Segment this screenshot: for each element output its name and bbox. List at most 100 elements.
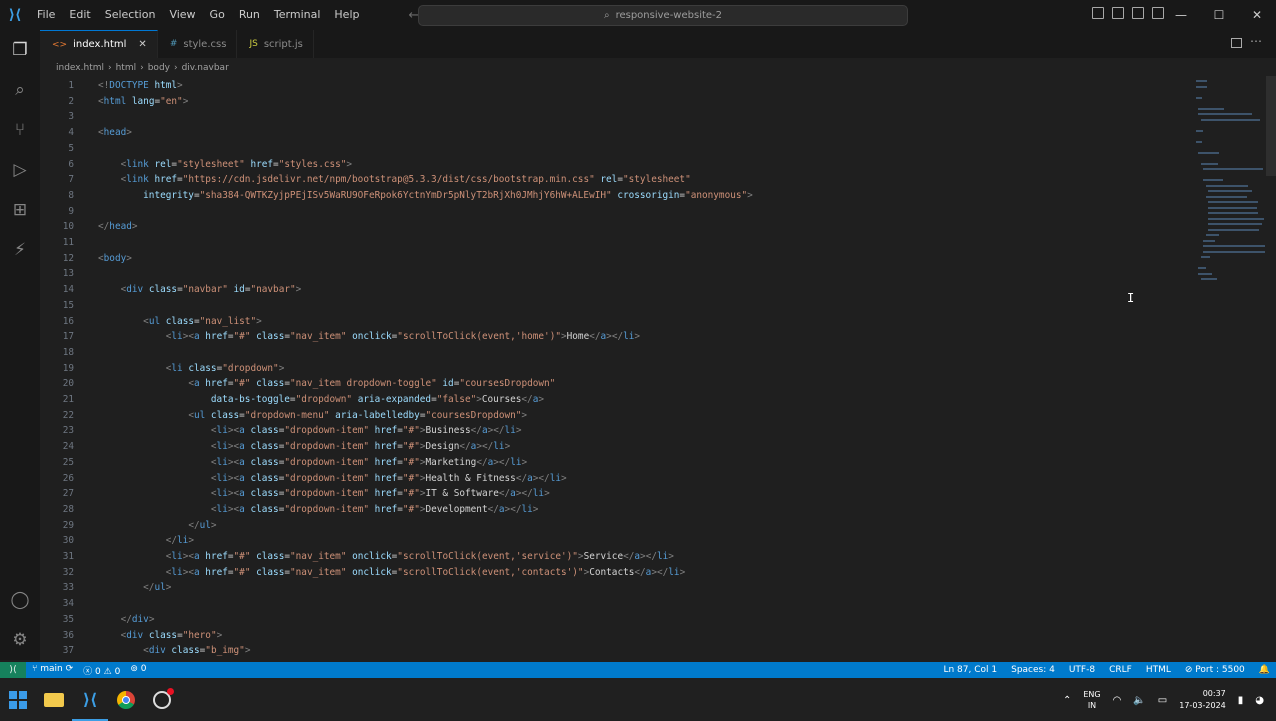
code-line[interactable]: 27 <li><a class="dropdown-item" href="#"… xyxy=(40,486,1190,502)
code-line[interactable]: 37 <div class="b_img"> xyxy=(40,643,1190,659)
menu-selection[interactable]: Selection xyxy=(98,0,163,30)
input-language[interactable]: ENG IN xyxy=(1083,689,1100,711)
clock[interactable]: 00:37 17-03-2024 xyxy=(1179,688,1226,712)
code-line[interactable]: 16 <ul class="nav_list"> xyxy=(40,314,1190,330)
menu-terminal[interactable]: Terminal xyxy=(267,0,328,30)
code-line[interactable]: 21 data-bs-toggle="dropdown" aria-expand… xyxy=(40,392,1190,408)
code-line[interactable]: 32 <li><a href="#" class="nav_item" oncl… xyxy=(40,565,1190,581)
manage-gear-icon[interactable]: ⚙ xyxy=(0,620,40,660)
code-line[interactable]: 13 xyxy=(40,266,1190,282)
code-editor[interactable]: 1 <!DOCTYPE html> 2 <html lang="en"> 3 4 <head… xyxy=(40,76,1190,660)
code-line[interactable]: 31 <li><a href="#" class="nav_item" oncl… xyxy=(40,549,1190,565)
close-window-icon[interactable]: ✕ xyxy=(1238,0,1276,30)
code-line[interactable]: 1 <!DOCTYPE html> xyxy=(40,78,1190,94)
accounts-icon[interactable]: ◯ xyxy=(0,580,40,620)
code-line[interactable]: 11 xyxy=(40,235,1190,251)
live-share-icon[interactable]: ⚡ xyxy=(0,230,40,270)
language-mode[interactable]: HTML xyxy=(1146,665,1171,675)
code-line[interactable]: 20 <a href="#" class="nav_item dropdown-… xyxy=(40,376,1190,392)
breadcrumb-item[interactable]: html xyxy=(116,63,137,73)
live-server-port[interactable]: ⊘ Port : 5500 xyxy=(1185,665,1245,675)
code-line[interactable]: 6 <link rel="stylesheet" href="styles.cs… xyxy=(40,157,1190,173)
search-view-icon[interactable]: ⌕ xyxy=(0,70,40,110)
code-line[interactable]: 14 <div class="navbar" id="navbar"> xyxy=(40,282,1190,298)
code-line[interactable]: 28 <li><a class="dropdown-item" href="#"… xyxy=(40,502,1190,518)
source-control-icon[interactable]: ⑂ xyxy=(0,110,40,150)
tray-overflow-icon[interactable]: ⌃ xyxy=(1063,695,1071,706)
activity-bar: ❐ ⌕ ⑂ ▷ ⊞ ⚡ ◯ ⚙ xyxy=(0,30,40,660)
start-button[interactable] xyxy=(0,680,36,720)
code-line[interactable]: 5 xyxy=(40,141,1190,157)
menu-view[interactable]: View xyxy=(162,0,202,30)
problems-indicator[interactable]: ⓧ 0 ⚠ 0 xyxy=(83,664,120,677)
toggle-secondary-sidebar-icon[interactable] xyxy=(1132,7,1144,19)
code-line[interactable]: 23 <li><a class="dropdown-item" href="#"… xyxy=(40,423,1190,439)
code-line[interactable]: 22 <ul class="dropdown-menu" aria-labell… xyxy=(40,408,1190,424)
code-line[interactable]: 30 </li> xyxy=(40,533,1190,549)
editor-scrollbar[interactable] xyxy=(1266,76,1276,660)
minimap[interactable] xyxy=(1190,76,1266,316)
code-line[interactable]: 35 </div> xyxy=(40,612,1190,628)
branch-indicator[interactable]: ⑂ main ⟳ xyxy=(32,664,73,677)
run-debug-icon[interactable]: ▷ xyxy=(0,150,40,190)
breadcrumb-item[interactable]: div.navbar xyxy=(182,63,229,73)
vscode-app-icon[interactable]: ⟩⟨ xyxy=(72,679,108,721)
toggle-panel-icon[interactable] xyxy=(1112,7,1124,19)
chrome-app[interactable] xyxy=(108,680,144,720)
code-line[interactable]: 36 <div class="hero"> xyxy=(40,628,1190,644)
notifications-bell-icon[interactable]: 🔔 xyxy=(1259,665,1270,675)
toggle-primary-sidebar-icon[interactable] xyxy=(1092,7,1104,19)
menu-edit[interactable]: Edit xyxy=(62,0,97,30)
maximize-icon[interactable]: ☐ xyxy=(1200,0,1238,30)
menu-go[interactable]: Go xyxy=(203,0,232,30)
tab-script-js[interactable]: JS script.js xyxy=(237,30,314,58)
code-line[interactable]: 26 <li><a class="dropdown-item" href="#"… xyxy=(40,471,1190,487)
code-line[interactable]: 15 xyxy=(40,298,1190,314)
remote-indicator-icon[interactable]: ⟩⟨ xyxy=(0,662,26,678)
menu-file[interactable]: File xyxy=(30,0,62,30)
extensions-icon[interactable]: ⊞ xyxy=(0,190,40,230)
encoding[interactable]: UTF-8 xyxy=(1069,665,1095,675)
line-number: 25 xyxy=(62,456,74,468)
tab-style-css[interactable]: # style.css xyxy=(158,30,238,58)
cursor-position[interactable]: Ln 87, Col 1 xyxy=(943,665,997,675)
explorer-icon[interactable]: ❐ xyxy=(0,30,40,70)
tab-index-html[interactable]: <> index.html ✕ xyxy=(40,30,158,58)
code-line[interactable]: 29 </ul> xyxy=(40,518,1190,534)
code-line[interactable]: 7 <link href="https://cdn.jsdelivr.net/n… xyxy=(40,172,1190,188)
notification-center-icon[interactable]: ▮ xyxy=(1238,695,1244,706)
ports-indicator[interactable]: ⊚ 0 xyxy=(130,664,146,677)
obs-app[interactable] xyxy=(144,680,180,720)
code-line[interactable]: 19 <li class="dropdown"> xyxy=(40,361,1190,377)
code-line[interactable]: 10 </head> xyxy=(40,219,1190,235)
code-line[interactable]: 3 xyxy=(40,109,1190,125)
menu-help[interactable]: Help xyxy=(327,0,366,30)
breadcrumb-item[interactable]: body xyxy=(148,63,170,73)
menu-run[interactable]: Run xyxy=(232,0,267,30)
code-line[interactable]: 18 xyxy=(40,345,1190,361)
indentation[interactable]: Spaces: 4 xyxy=(1011,665,1055,675)
code-line[interactable]: 33 </ul> xyxy=(40,580,1190,596)
file-explorer-app[interactable] xyxy=(36,680,72,720)
code-line[interactable]: 8 integrity="sha384-QWTKZyjpPEjISv5WaRU9… xyxy=(40,188,1190,204)
battery-icon[interactable]: ▭ xyxy=(1158,695,1167,706)
wifi-icon[interactable]: ◠ xyxy=(1113,695,1122,706)
code-line[interactable]: 17 <li><a href="#" class="nav_item" oncl… xyxy=(40,329,1190,345)
copilot-icon[interactable]: ◕ xyxy=(1255,695,1264,706)
code-line[interactable]: 12 <body> xyxy=(40,251,1190,267)
command-center-search[interactable]: ⌕ responsive-website-2 xyxy=(418,5,908,26)
code-line[interactable]: 25 <li><a class="dropdown-item" href="#"… xyxy=(40,455,1190,471)
code-line[interactable]: 9 xyxy=(40,204,1190,220)
end-of-line[interactable]: CRLF xyxy=(1109,665,1132,675)
code-line[interactable]: 2 <html lang="en"> xyxy=(40,94,1190,110)
close-tab-icon[interactable]: ✕ xyxy=(138,39,146,50)
split-editor-icon[interactable] xyxy=(1231,38,1242,48)
more-actions-icon[interactable]: ⋯ xyxy=(1250,34,1262,48)
volume-icon[interactable]: 🔈 xyxy=(1133,695,1145,706)
breadcrumb-item[interactable]: index.html xyxy=(56,63,104,73)
code-line[interactable]: 34 xyxy=(40,596,1190,612)
code-line[interactable]: 24 <li><a class="dropdown-item" href="#"… xyxy=(40,439,1190,455)
scrollbar-thumb[interactable] xyxy=(1266,76,1276,176)
code-line[interactable]: 4 <head> xyxy=(40,125,1190,141)
minimize-icon[interactable]: — xyxy=(1162,0,1200,30)
